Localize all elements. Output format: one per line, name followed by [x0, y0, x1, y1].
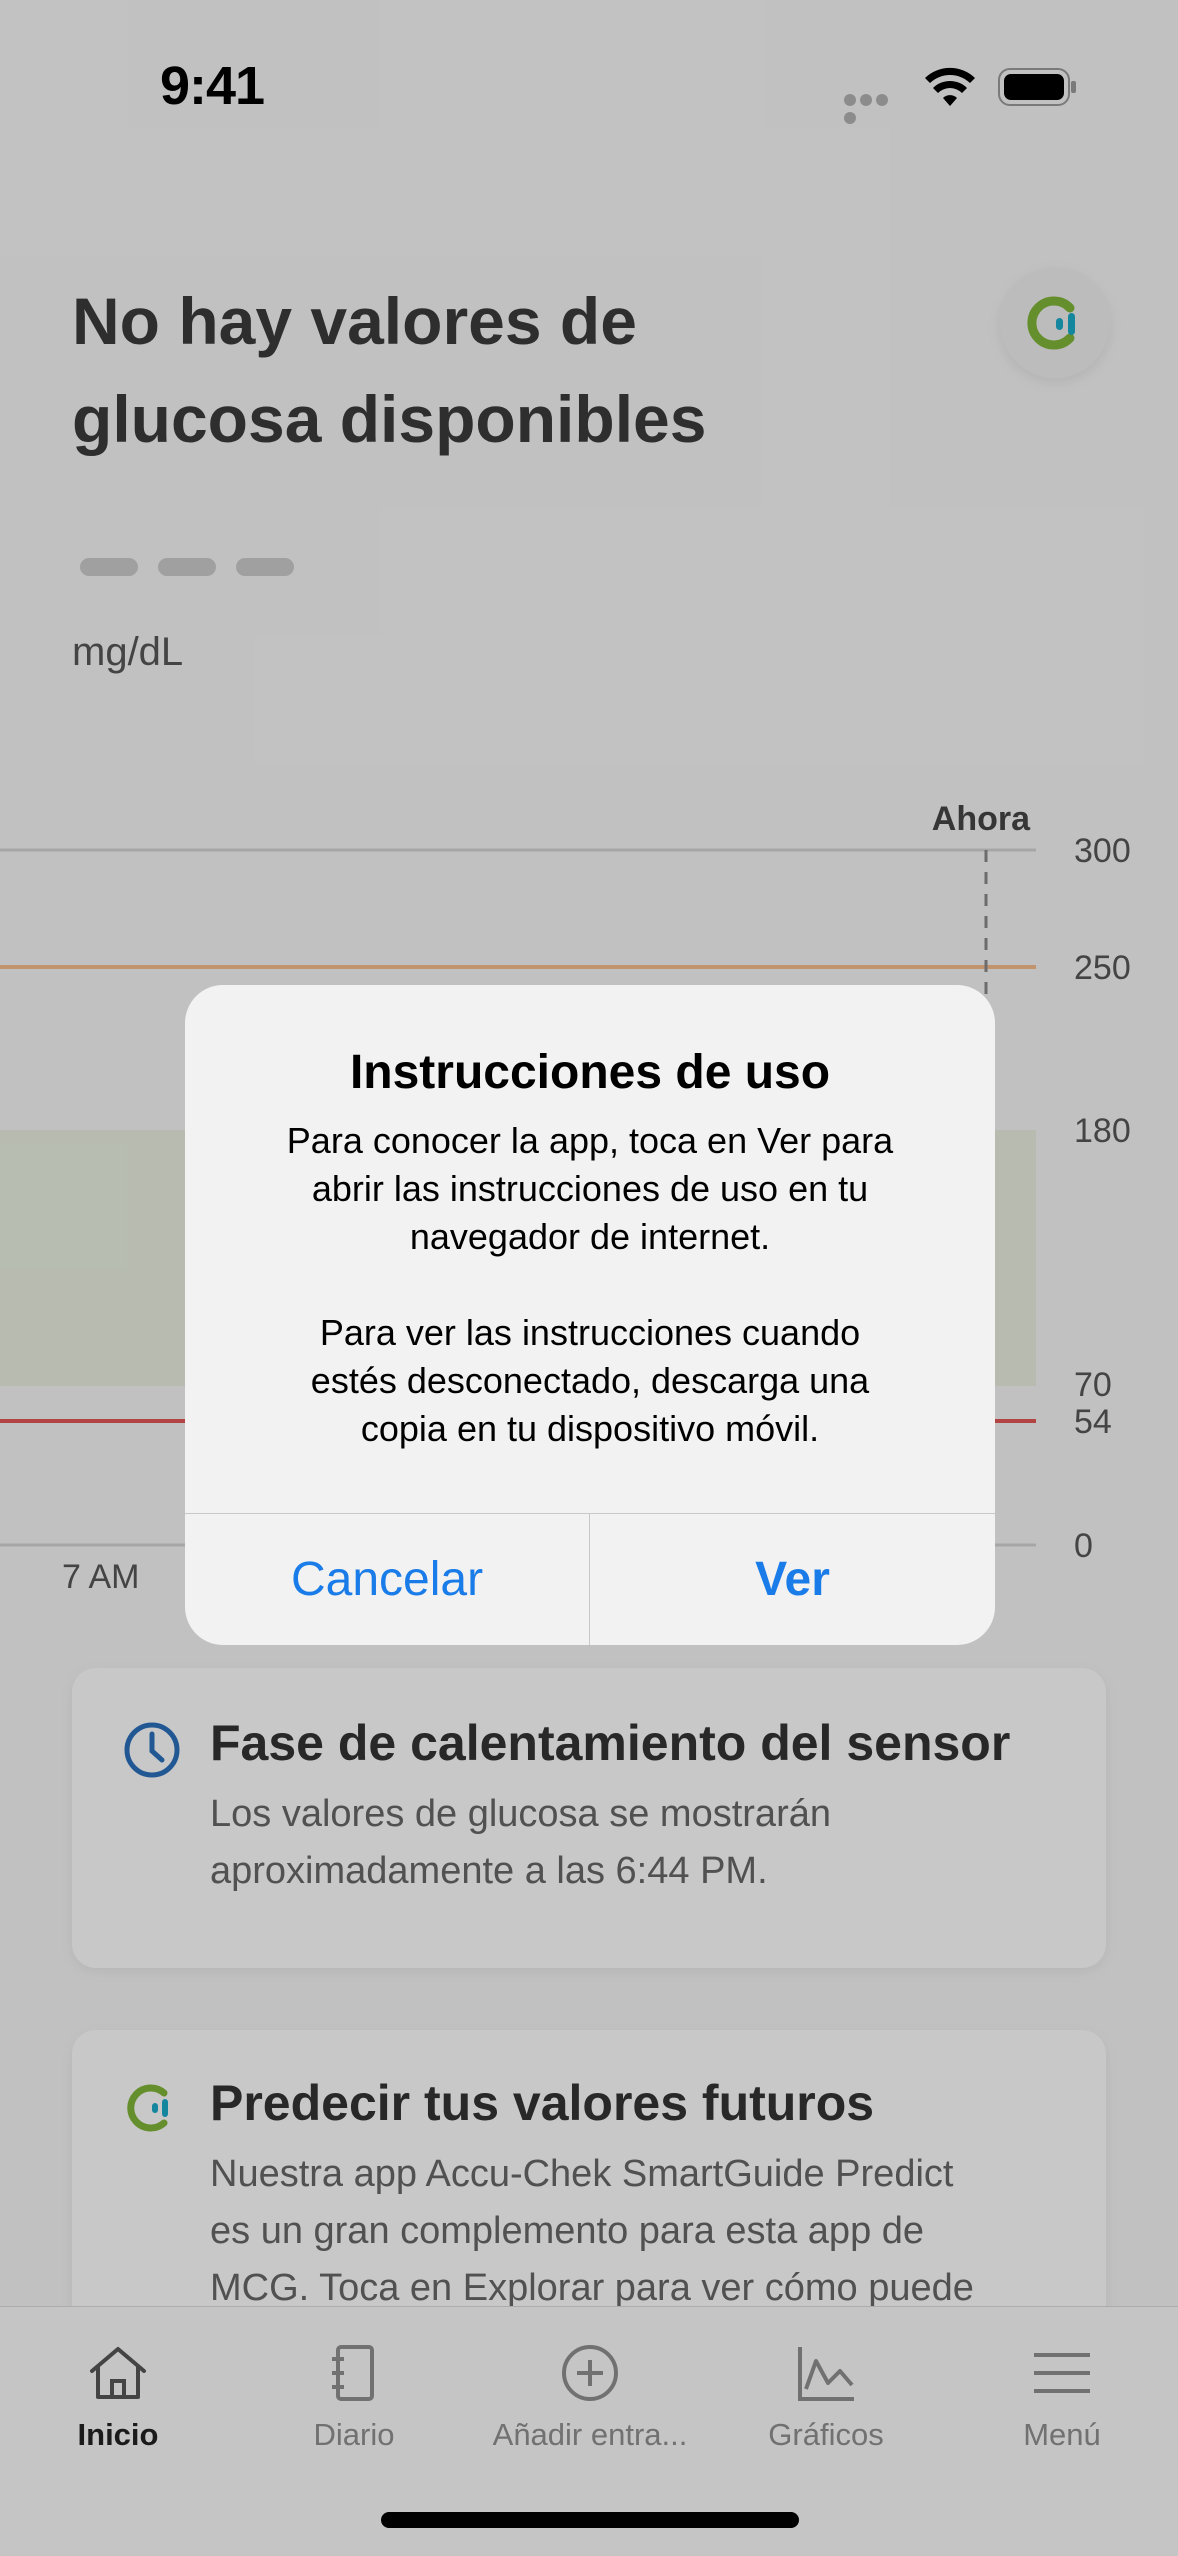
dialog-message-line: navegador de internet. [409, 1216, 771, 1257]
dialog-title: Instrucciones de uso [349, 1046, 831, 1099]
dialog-message-line: estés desconectado, descarga una [310, 1360, 870, 1401]
dialog-message: Para conocer la app, toca en Ver para ab… [235, 1117, 945, 1453]
home-indicator[interactable] [381, 2512, 799, 2528]
dialog-message-line: abrir las instrucciones de uso en tu [311, 1168, 869, 1209]
dialog-message-line: Para conocer la app, toca en Ver para [286, 1120, 894, 1161]
dialog-actions: Cancelar Ver [185, 1513, 995, 1645]
dialog-message-line: copia en tu dispositivo móvil. [360, 1408, 820, 1449]
dialog-message-line: Para ver las instrucciones cuando [319, 1312, 861, 1353]
instructions-dialog: Instrucciones de uso Para conocer la app… [185, 985, 995, 1645]
view-button[interactable]: Ver [590, 1514, 995, 1645]
cancel-button[interactable]: Cancelar [185, 1514, 590, 1645]
